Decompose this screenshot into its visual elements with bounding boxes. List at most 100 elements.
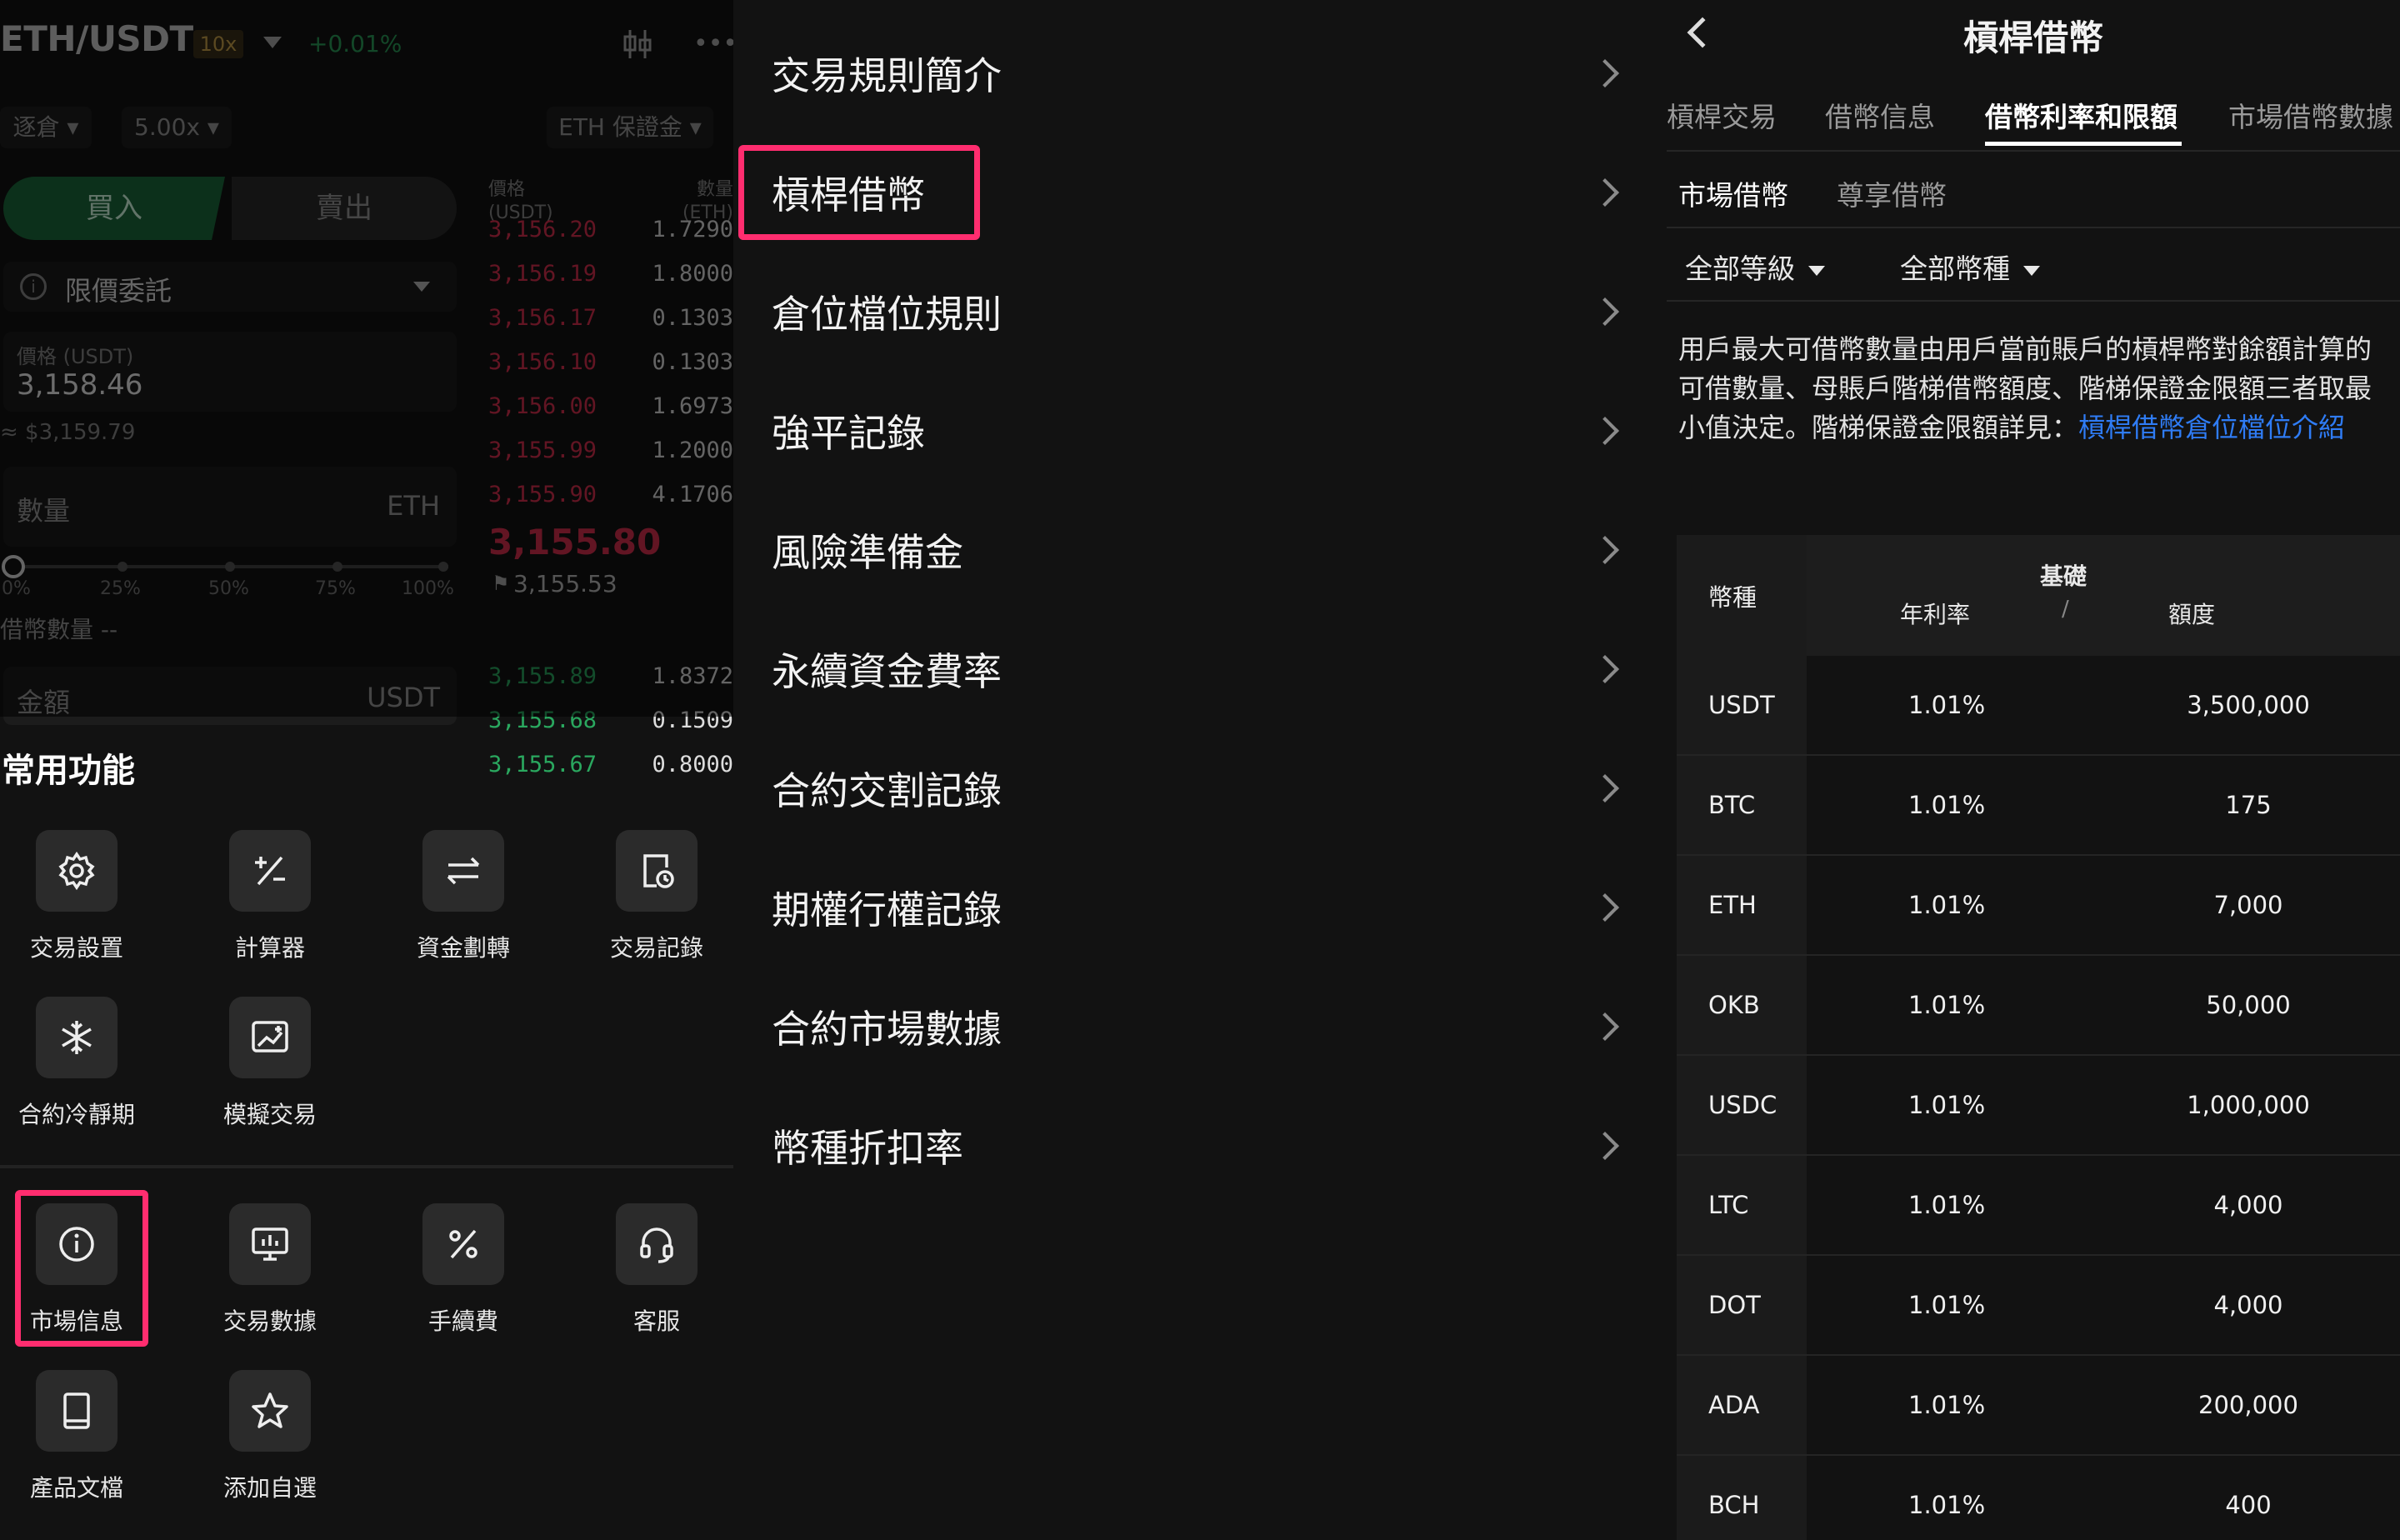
chevron-right-icon	[1591, 58, 1619, 88]
pair-title[interactable]: ETH/USDT	[0, 18, 193, 59]
margin-asset-select[interactable]: ETH 保證金 ▾	[547, 107, 713, 148]
divider	[1667, 227, 2400, 228]
chevron-down-icon	[413, 282, 430, 292]
info-icon: i	[20, 273, 47, 300]
tab-margin-trading[interactable]: 槓桿交易	[1667, 95, 1777, 135]
col-limit: 額度	[2168, 601, 2216, 628]
order-type-select[interactable]: i 限價委託	[3, 262, 457, 312]
gear-icon	[36, 830, 118, 912]
divider	[0, 1165, 733, 1168]
menu-item[interactable]: 期權行權記錄	[733, 848, 1667, 967]
buy-tab[interactable]: 買入	[3, 177, 225, 240]
tool-demo-trading[interactable]: 模擬交易	[187, 997, 353, 1130]
mark-price: 3,155.53	[513, 570, 618, 598]
menu-item[interactable]: 合約市場數據	[733, 967, 1667, 1086]
active-tab-indicator	[1985, 142, 2182, 146]
slider-mark: 0%	[2, 578, 31, 599]
tool-label: 模擬交易	[222, 1101, 317, 1128]
rate-cell: 1.01%	[1908, 1491, 1986, 1519]
rate-cell: 1.01%	[1908, 1191, 1986, 1219]
coin-cell: ETH	[1708, 891, 1757, 919]
margin-mode-label: 逐倉	[12, 113, 60, 141]
menu-item[interactable]: 合約交割記錄	[733, 728, 1667, 848]
history-icon	[616, 830, 698, 912]
coin-cell: LTC	[1708, 1191, 1749, 1219]
subtab-market-borrow[interactable]: 市場借幣	[1678, 173, 1788, 213]
tool-label: 資金劃轉	[416, 934, 510, 962]
menu-item[interactable]: 幣種折扣率	[733, 1086, 1667, 1205]
quantity-input[interactable]: 數量 ETH	[3, 467, 457, 547]
price-approx: ≈ $3,159.79	[0, 420, 136, 445]
amount-slider[interactable]	[2, 555, 448, 578]
ask-qty: 1.6973	[652, 393, 733, 419]
tool-transfer[interactable]: 資金劃轉	[380, 830, 547, 963]
menu-item-label: 交易規則簡介	[772, 52, 1002, 98]
tool-data[interactable]: 交易數據	[187, 1203, 353, 1337]
tool-calculator[interactable]: 計算器	[187, 830, 353, 963]
subtab-vip-borrow[interactable]: 尊享借幣	[1837, 173, 1947, 213]
section-title: 常用功能	[2, 752, 135, 790]
menu-item[interactable]: 強平記錄	[733, 371, 1667, 490]
col-rate: 年利率	[1900, 601, 1971, 628]
tab-market-borrow-data[interactable]: 市場借幣數據	[2228, 95, 2393, 135]
limit-cell: 175	[2225, 791, 2272, 819]
price-input-label: 價格 (USDT)	[17, 345, 134, 368]
table-body: USDT 1.01% 3,500,000 BTC 1.01% 175 ETH 1.01% 7,0…	[1677, 656, 2400, 1540]
menu-item[interactable]: 永續資金費率	[733, 609, 1667, 728]
tier-info-link[interactable]: 槓桿借幣倉位檔位介紹	[2078, 412, 2345, 443]
level-filter[interactable]: 全部等級	[1685, 247, 1825, 287]
tool-snowflake[interactable]: 合約冷靜期	[0, 997, 160, 1130]
margin-borrow-panel: 槓桿借幣 槓桿交易 借幣信息 借幣利率和限額 市場借幣數據 市場借幣 尊享借幣 …	[1667, 0, 2400, 1540]
table-row: USDC 1.01% 1,000,000	[1677, 1056, 2400, 1156]
table-header: 幣種 基礎 年利率 / 額度	[1677, 535, 2400, 656]
rate-cell: 1.01%	[1908, 991, 1986, 1019]
limit-cell: 4,000	[2213, 1191, 2283, 1219]
amount-input[interactable]: 金額 USDT	[3, 667, 457, 725]
limit-cell: 200,000	[2198, 1391, 2298, 1419]
more-icon[interactable]: •••	[693, 32, 733, 57]
price-input[interactable]: 價格 (USDT) 3,158.46	[3, 332, 457, 412]
slider-mark: 50%	[208, 578, 249, 599]
bid-price: 3,155.89	[488, 663, 598, 689]
ask-price: 3,155.99	[488, 438, 598, 463]
menu-item-label: 期權行權記錄	[772, 887, 1002, 932]
amount-label: 金額	[17, 687, 71, 718]
leverage-select[interactable]: 5.00x ▾	[122, 107, 232, 148]
borrow-amount: 借幣數量 --	[0, 616, 118, 643]
table-row: LTC 1.01% 4,000	[1677, 1156, 2400, 1256]
divider	[1667, 300, 2400, 302]
tool-star[interactable]: 添加自選	[187, 1370, 353, 1503]
tool-headset[interactable]: 客服	[573, 1203, 733, 1337]
sell-tab[interactable]: 賣出	[232, 177, 457, 240]
menu-item[interactable]: 交易規則簡介	[733, 13, 1667, 132]
tool-label: 產品文檔	[29, 1474, 123, 1502]
menu-item[interactable]: 倉位檔位規則	[733, 252, 1667, 371]
rate-cell: 1.01%	[1908, 791, 1986, 819]
bid-price: 3,155.68	[488, 708, 598, 733]
slider-stop	[332, 562, 342, 572]
tab-borrow-info[interactable]: 借幣信息	[1825, 95, 1935, 135]
col-coin: 幣種	[1708, 582, 1758, 612]
percent-icon	[422, 1203, 504, 1285]
tab-rates-limits[interactable]: 借幣利率和限額	[1985, 95, 2178, 135]
bid-qty: 1.8372	[652, 663, 733, 689]
limit-cell: 400	[2225, 1491, 2272, 1519]
ask-price: 3,156.00	[488, 393, 598, 419]
menu-item[interactable]: 風險準備金	[733, 490, 1667, 609]
margin-mode-select[interactable]: 逐倉 ▾	[0, 107, 92, 148]
coin-cell: BTC	[1708, 791, 1756, 819]
ask-price: 3,156.20	[488, 217, 598, 242]
tool-label: 客服	[632, 1308, 680, 1335]
bid-price: 3,155.67	[488, 752, 598, 778]
coin-filter[interactable]: 全部幣種	[1900, 247, 2040, 287]
chevron-down-icon[interactable]	[263, 37, 282, 48]
chart-icon[interactable]	[620, 27, 655, 62]
tool-history[interactable]: 交易記錄	[573, 830, 733, 963]
highlight-box	[738, 145, 980, 240]
tool-document[interactable]: 產品文檔	[0, 1370, 160, 1503]
tool-gear[interactable]: 交易設置	[0, 830, 160, 963]
slider-handle[interactable]	[2, 555, 25, 578]
tool-percent[interactable]: 手續費	[380, 1203, 547, 1337]
transfer-icon	[422, 830, 504, 912]
quantity-label: 數量	[17, 495, 71, 527]
